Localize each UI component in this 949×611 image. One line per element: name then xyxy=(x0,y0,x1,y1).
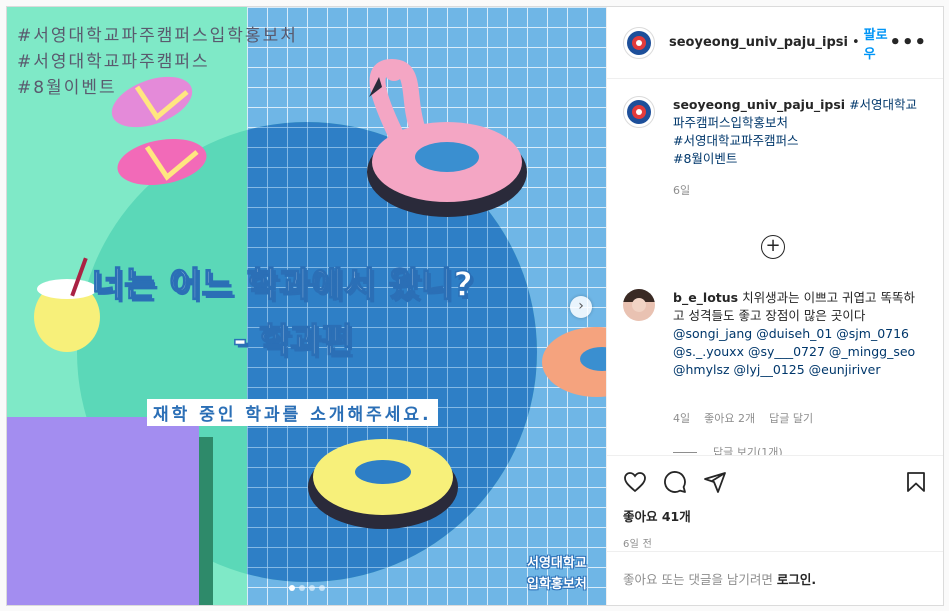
comment-icon[interactable] xyxy=(663,470,687,494)
login-prompt-text: 좋아요 또는 댓글을 남기려면 xyxy=(623,572,773,587)
post-actions: 좋아요 41개 6일 전 xyxy=(607,455,943,550)
media-hashtag-2: #서영대학교파주캠퍼스 xyxy=(17,52,210,72)
caption-username[interactable]: seoyeong_univ_paju_ipsi xyxy=(673,97,845,112)
comment-reply-button[interactable]: 답글 달기 xyxy=(769,410,813,426)
caption-text: seoyeong_univ_paju_ipsi #서영대학교 파주캠퍼스입학홍보… xyxy=(673,96,923,168)
share-icon[interactable] xyxy=(703,470,727,494)
profile-avatar[interactable] xyxy=(623,26,655,59)
comment-text: b_e_lotus 치위생과는 이쁘고 귀엽고 똑똑하고 성격들도 좋고 장점이… xyxy=(673,289,923,379)
view-replies-button[interactable]: 답글 보기(1개) xyxy=(673,444,783,455)
save-icon[interactable] xyxy=(904,470,928,494)
comment-meta: 4일 좋아요 2개 답글 달기 xyxy=(673,410,813,426)
post-container: #서영대학교파주캠퍼스입학홍보처 #서영대학교파주캠퍼스 #8월이벤트 너는 어… xyxy=(6,6,944,606)
media-hashtag-1: #서영대학교파주캠퍼스입학홍보처 xyxy=(17,26,298,46)
post-header: seoyeong_univ_paju_ipsi • 팔로우 ••• xyxy=(607,7,943,79)
comment-item: b_e_lotus 치위생과는 이쁘고 귀엽고 똑똑하고 성격들도 좋고 장점이… xyxy=(623,289,923,379)
likes-count[interactable]: 좋아요 41개 xyxy=(623,506,928,525)
comment-username[interactable]: b_e_lotus xyxy=(673,290,738,305)
view-replies-label: 답글 보기(1개) xyxy=(713,446,783,455)
media-headline-2: - 학과편 xyxy=(232,320,353,362)
post-timestamp: 6일 전 xyxy=(623,539,653,550)
caption-avatar[interactable] xyxy=(623,96,655,128)
caption-tag-2[interactable]: #서영대학교파주캠퍼스 xyxy=(673,133,798,148)
caption-age: 6일 xyxy=(673,184,691,197)
heart-icon[interactable] xyxy=(623,470,647,494)
comments-section[interactable]: seoyeong_univ_paju_ipsi #서영대학교 파주캠퍼스입학홍보… xyxy=(607,80,943,455)
carousel-dot-4 xyxy=(319,585,325,591)
watermark-line-2: 입학홍보처 xyxy=(527,577,587,592)
media-subtitle: 재학 중인 학과를 소개해주세요. xyxy=(147,399,438,426)
caption-tag-1[interactable]: #서영대학교 xyxy=(849,97,917,112)
carousel-dot-3 xyxy=(309,585,315,591)
login-prompt: 좋아요 또는 댓글을 남기려면 로그인. xyxy=(607,551,943,605)
post-panel: seoyeong_univ_paju_ipsi • 팔로우 ••• seoyeo… xyxy=(606,7,943,605)
comment-likes[interactable]: 좋아요 2개 xyxy=(704,410,755,426)
follow-button[interactable]: 팔로우 xyxy=(864,24,890,62)
media-headline: 너는 어느 학과에서 왔니? xyxy=(91,264,475,306)
caption-tag-1b[interactable]: 파주캠퍼스입학홍보처 xyxy=(673,115,788,130)
more-options-icon[interactable]: ••• xyxy=(889,32,927,53)
login-link[interactable]: 로그인. xyxy=(777,569,816,588)
action-icons xyxy=(623,468,928,496)
carousel-indicator xyxy=(289,585,325,591)
carousel-dot-1 xyxy=(289,585,295,591)
header-separator: • xyxy=(851,35,860,50)
media-watermark: 서영대학교 입학홍보처 xyxy=(527,553,587,595)
caption: seoyeong_univ_paju_ipsi #서영대학교 파주캠퍼스입학홍보… xyxy=(623,96,928,168)
header-username[interactable]: seoyeong_univ_paju_ipsi xyxy=(669,35,848,50)
comment-mentions[interactable]: @songi_jang @duiseh_01 @sjm_0716 @s._.yo… xyxy=(673,326,915,377)
carousel-dot-2 xyxy=(299,585,305,591)
next-slide-button[interactable]: › xyxy=(570,296,592,318)
comment-age: 4일 xyxy=(673,412,691,425)
comment-avatar[interactable] xyxy=(623,289,655,321)
add-comment-icon[interactable]: + xyxy=(761,235,785,259)
caption-tag-3[interactable]: #8월이벤트 xyxy=(673,151,737,166)
media-hashtag-3: #8월이벤트 xyxy=(17,78,117,98)
post-media[interactable]: #서영대학교파주캠퍼스입학홍보처 #서영대학교파주캠퍼스 #8월이벤트 너는 어… xyxy=(7,7,606,605)
watermark-line-1: 서영대학교 xyxy=(527,556,587,571)
